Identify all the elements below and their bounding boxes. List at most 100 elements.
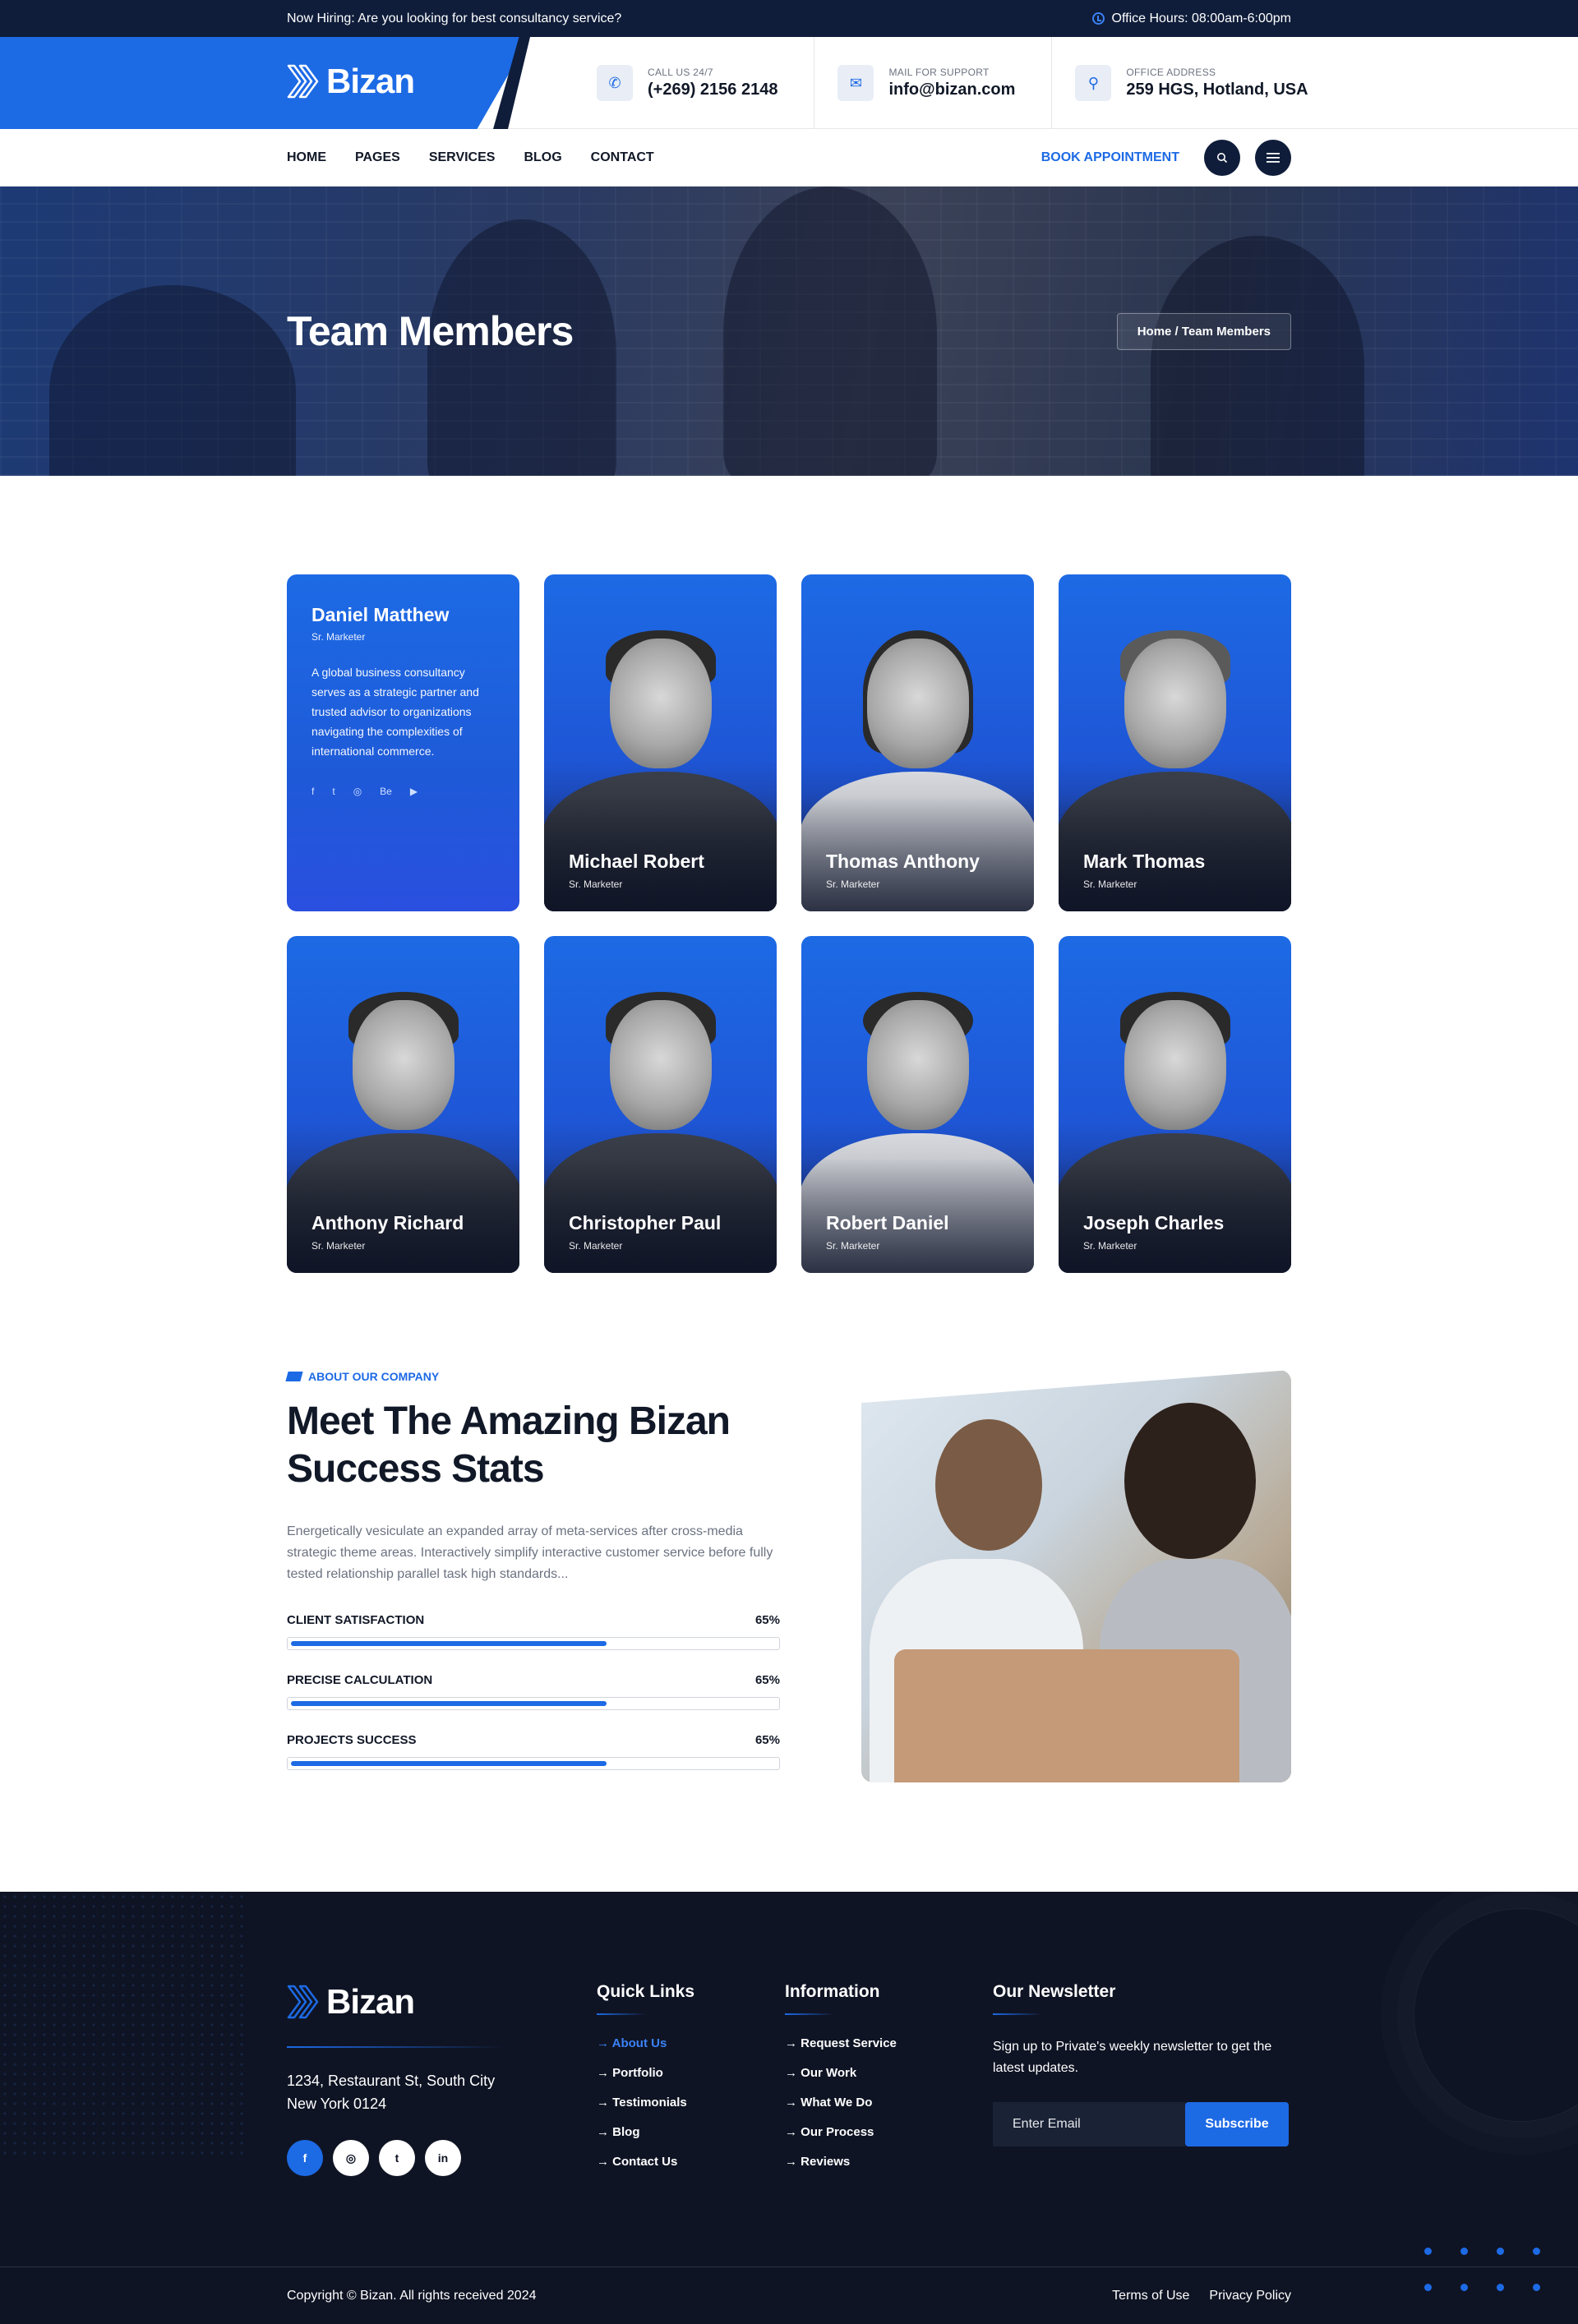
facebook-icon[interactable]: f (311, 786, 314, 797)
footer-link-blog[interactable]: Blog (597, 2125, 785, 2139)
book-appointment-link[interactable]: BOOK APPOINTMENT (1041, 150, 1179, 165)
logo-chevron-icon (287, 1985, 319, 2019)
office-hours: Office Hours: 08:00am-6:00pm (1091, 12, 1291, 26)
instagram-icon[interactable]: ◎ (333, 2140, 369, 2176)
behance-icon[interactable]: Be (380, 786, 392, 797)
nav-item-pages[interactable]: PAGES (355, 150, 400, 165)
page-hero: Team Members Home / Team Members (0, 187, 1578, 476)
team-card[interactable]: Thomas Anthony Sr. Marketer (801, 574, 1034, 911)
nav-item-blog[interactable]: BLOG (524, 150, 561, 165)
team-card[interactable]: Anthony Richard Sr. Marketer (287, 936, 519, 1273)
member-name: Thomas Anthony (826, 851, 980, 872)
team-grid: Daniel Matthew Sr. Marketer A global bus… (287, 574, 1291, 1273)
privacy-link[interactable]: Privacy Policy (1209, 2289, 1291, 2303)
member-role: Sr. Marketer (569, 878, 623, 890)
team-card[interactable]: Robert Daniel Sr. Marketer (801, 936, 1034, 1273)
about-photo (861, 1370, 1291, 1782)
member-bio: A global business consultancy serves as … (311, 666, 479, 758)
contact-address: ⚲ OFFICE ADDRESS 259 HGS, Hotland, USA (1052, 37, 1344, 129)
footer-divider (287, 2046, 505, 2048)
contact-label: OFFICE ADDRESS (1126, 67, 1216, 78)
member-socials: f t ◎ Be ▶ (311, 786, 495, 797)
team-card[interactable]: Joseph Charles Sr. Marketer (1059, 936, 1291, 1273)
terms-link[interactable]: Terms of Use (1112, 2289, 1189, 2303)
instagram-icon[interactable]: ◎ (353, 786, 362, 797)
search-button[interactable] (1204, 140, 1240, 176)
footer-link-what-we-do[interactable]: What We Do (785, 2096, 993, 2110)
member-name: Daniel Matthew (311, 604, 450, 625)
site-logo[interactable]: Bizan (287, 62, 415, 101)
hero-background-figure (49, 285, 296, 476)
breadcrumb[interactable]: Home / Team Members (1116, 312, 1291, 350)
tagline-text: ABOUT OUR COMPANY (308, 1370, 440, 1383)
footer-link-testimonials[interactable]: Testimonials (597, 2096, 785, 2110)
member-name: Joseph Charles (1083, 1212, 1225, 1233)
logo-text: Bizan (326, 1982, 415, 2021)
team-card[interactable]: Mark Thomas Sr. Marketer (1059, 574, 1291, 911)
hiring-text: Now Hiring: Are you looking for best con… (287, 11, 622, 25)
corner-dot-decoration (1424, 2248, 1541, 2291)
footer-newsletter: Our Newsletter Sign up to Private's week… (993, 1982, 1291, 2184)
subscribe-button[interactable]: Subscribe (1185, 2102, 1289, 2146)
subscribe-form: Subscribe (993, 2102, 1291, 2146)
member-role: Sr. Marketer (826, 1240, 880, 1252)
nav-item-home[interactable]: HOME (287, 150, 326, 165)
footer-link-reviews[interactable]: Reviews (785, 2155, 993, 2169)
top-bar: Now Hiring: Are you looking for best con… (0, 0, 1578, 37)
nav-item-contact[interactable]: CONTACT (591, 150, 654, 165)
contact-label: MAIL FOR SUPPORT (888, 67, 990, 78)
member-role: Sr. Marketer (311, 1240, 366, 1252)
nav-item-services[interactable]: SERVICES (429, 150, 496, 165)
footer-column-title: Our Newsletter (993, 1982, 1116, 2001)
stat-bar: PRECISE CALCULATION 65% (287, 1673, 780, 1710)
stat-bar: CLIENT SATISFACTION 65% (287, 1613, 780, 1650)
team-card[interactable]: Michael Robert Sr. Marketer (544, 574, 777, 911)
phone-number[interactable]: (+269) 2156 2148 (648, 81, 777, 99)
footer-address: 1234, Restaurant St, South City New York… (287, 2069, 597, 2115)
team-card[interactable]: Christopher Paul Sr. Marketer (544, 936, 777, 1273)
footer-quick-links: Quick Links About Us Portfolio Testimoni… (597, 1982, 785, 2184)
footer-bottom: Copyright © Bizan. All rights received 2… (0, 2266, 1578, 2324)
linkedin-icon[interactable]: in (425, 2140, 461, 2176)
team-card-featured[interactable]: Daniel Matthew Sr. Marketer A global bus… (287, 574, 519, 911)
twitter-icon[interactable]: t (379, 2140, 415, 2176)
stat-value: 65% (754, 1673, 780, 1687)
contact-mail: ✉ MAIL FOR SUPPORT info@bizan.com (814, 37, 1053, 129)
about-description: Energetically vesiculate an expanded arr… (287, 1524, 773, 1581)
title-underline (785, 2013, 834, 2015)
footer-link-our-work[interactable]: Our Work (785, 2066, 993, 2080)
copyright-text: Copyright © Bizan. All rights received 2… (287, 2289, 537, 2303)
tagline-mark-icon (285, 1372, 303, 1381)
email-input[interactable] (993, 2102, 1185, 2146)
progress-fill (291, 1761, 607, 1766)
nav-actions: BOOK APPOINTMENT (1041, 140, 1291, 176)
footer-link-our-process[interactable]: Our Process (785, 2125, 993, 2139)
facebook-icon[interactable]: f (287, 2140, 323, 2176)
menu-button[interactable] (1255, 140, 1291, 176)
footer-link-portfolio[interactable]: Portfolio (597, 2066, 785, 2080)
twitter-icon[interactable]: t (332, 786, 335, 797)
stat-bar: PROJECTS SUCCESS 65% (287, 1733, 780, 1770)
site-header: Bizan ✆ CALL US 24/7 (+269) 2156 2148 ✉ … (0, 37, 1578, 129)
clock-icon (1091, 12, 1105, 25)
footer-link-request-service[interactable]: Request Service (785, 2036, 993, 2050)
contact-label: CALL US 24/7 (648, 67, 713, 78)
page-title: Team Members (287, 308, 574, 354)
member-name: Michael Robert (569, 851, 704, 872)
footer-link-about[interactable]: About Us (597, 2036, 785, 2050)
member-role: Sr. Marketer (1083, 878, 1137, 890)
support-email[interactable]: info@bizan.com (888, 81, 1015, 99)
site-footer: Bizan 1234, Restaurant St, South City Ne… (0, 1892, 1578, 2324)
about-title: Meet The Amazing Bizan Success Stats (287, 1399, 731, 1491)
contact-phone: ✆ CALL US 24/7 (+269) 2156 2148 (574, 37, 815, 129)
footer-logo[interactable]: Bizan (287, 1982, 597, 2022)
footer-socials: f ◎ t in (287, 2140, 597, 2176)
progress-track (287, 1637, 780, 1650)
youtube-icon[interactable]: ▶ (410, 786, 418, 797)
footer-column-title: Quick Links (597, 1982, 695, 2001)
footer-link-contact[interactable]: Contact Us (597, 2155, 785, 2169)
member-name: Christopher Paul (569, 1212, 722, 1233)
footer-dot-pattern (0, 1892, 247, 2155)
team-section: Daniel Matthew Sr. Marketer A global bus… (0, 476, 1578, 1273)
address-line: New York 0124 (287, 2096, 387, 2112)
